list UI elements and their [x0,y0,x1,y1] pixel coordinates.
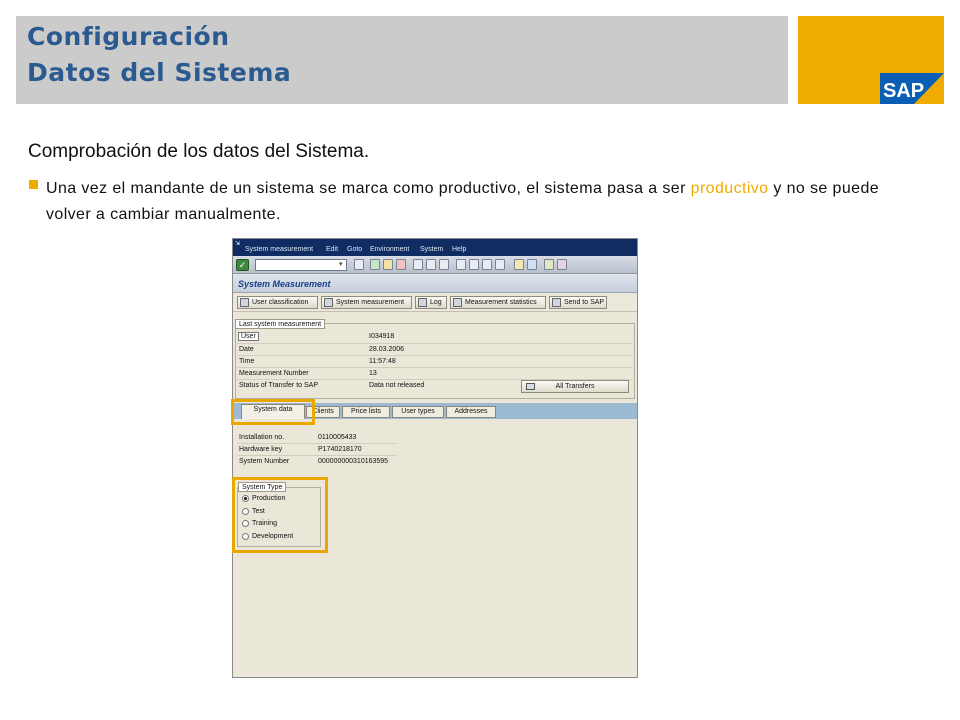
time-field-label: Time [239,358,255,365]
sap-logo: SAP [880,73,944,104]
date-field-value: 28.03.2006 [369,346,405,353]
send-icon [552,298,561,307]
menu-edit[interactable]: Edit [326,246,338,253]
all-transfers-icon [526,383,535,390]
slide-title-line2: Datos del Sistema [27,58,292,87]
tab-user-types[interactable]: User types [392,406,444,418]
print-icon[interactable] [413,259,423,270]
measurement-number-label: Measurement Number [239,370,309,377]
sap-window: ⇲ System measurement Edit Goto Environme… [232,238,638,678]
menu-goto[interactable]: Goto [347,246,362,253]
row-separator [237,455,397,456]
command-dropdown-icon[interactable]: ▾ [339,260,343,268]
installation-no-label: Installation no. [239,434,285,441]
screen-title-bar: System Measurement [233,275,637,293]
find-icon[interactable] [426,259,436,270]
svg-text:SAP: SAP [883,80,924,102]
layout-menu-icon[interactable] [557,259,567,270]
bullet-text: Una vez el mandante de un sistema se mar… [46,176,906,228]
menu-system[interactable]: System [420,246,443,253]
highlight-system-data-tab [231,399,315,425]
new-session-icon[interactable] [514,259,524,270]
find-next-icon[interactable] [439,259,449,270]
user-field-label: User [238,332,259,341]
row-separator [237,367,633,368]
send-to-sap-button[interactable]: Send to SAP [549,296,607,309]
bullet-highlight: productivo [690,180,769,197]
row-separator [237,355,633,356]
enter-icon[interactable]: ✓ [236,259,249,271]
cancel-icon[interactable] [396,259,406,270]
tab-price-lists[interactable]: Price lists [342,406,390,418]
application-toolbar: User classification System measurement L… [233,294,637,312]
transfer-status-value: Data not released [369,382,425,389]
measurement-number-value: 13 [369,370,377,377]
previous-page-icon[interactable] [469,259,479,270]
last-measurement-group-label: Last system measurement [235,319,326,329]
statistics-icon [453,298,462,307]
row-separator [237,343,633,344]
menu-environment[interactable]: Environment [370,246,409,253]
measurement-statistics-button[interactable]: Measurement statistics [450,296,546,309]
next-page-icon[interactable] [482,259,492,270]
system-number-value: 000000000310163595 [318,458,389,465]
back-icon[interactable] [370,259,380,270]
send-to-sap-label: Send to SAP [564,299,605,306]
save-icon[interactable] [354,259,364,270]
all-transfers-button[interactable]: All Transfers [521,380,629,393]
system-measurement-label: System measurement [336,299,405,306]
help-icon[interactable] [544,259,554,270]
exit-icon[interactable] [383,259,393,270]
user-classification-icon [240,298,249,307]
hardware-key-label: Hardware key [239,446,283,453]
log-icon [418,298,427,307]
first-page-icon[interactable] [456,259,466,270]
system-measurement-icon [324,298,333,307]
slide-title-line1: Configuración [27,22,230,51]
window-menu-icon[interactable]: ⇲ [235,240,240,247]
installation-no-value: 0110005433 [318,434,357,441]
last-page-icon[interactable] [495,259,505,270]
screen-title: System Measurement [238,279,331,289]
time-field-value: 11:57:48 [369,358,396,365]
system-measurement-button[interactable]: System measurement [321,296,412,309]
standard-toolbar: ✓ ▾ [233,256,637,274]
bullet-marker [29,180,38,189]
all-transfers-label: All Transfers [555,383,595,390]
menu-bar: ⇲ System measurement Edit Goto Environme… [233,239,637,256]
highlight-system-type-group [232,477,328,553]
hardware-key-value: P1740218170 [318,446,362,453]
menu-system-measurement[interactable]: System measurement [245,246,313,253]
tab-addresses[interactable]: Addresses [446,406,496,418]
date-field-label: Date [239,346,254,353]
measurement-statistics-label: Measurement statistics [465,299,537,306]
row-separator [237,443,397,444]
user-field-value: I034918 [369,333,395,340]
user-classification-button[interactable]: User classification [237,296,318,309]
log-label: Log [430,299,442,306]
menu-help[interactable]: Help [452,246,466,253]
bullet-text-before: Una vez el mandante de un sistema se mar… [46,180,691,197]
log-button[interactable]: Log [415,296,447,309]
shortcut-icon[interactable] [527,259,537,270]
transfer-status-label: Status of Transfer to SAP [239,382,318,389]
command-field[interactable] [255,259,347,271]
system-number-label: System Number [239,458,290,465]
user-classification-label: User classification [252,299,309,306]
slide-subtitle: Comprobación de los datos del Sistema. [28,141,370,162]
